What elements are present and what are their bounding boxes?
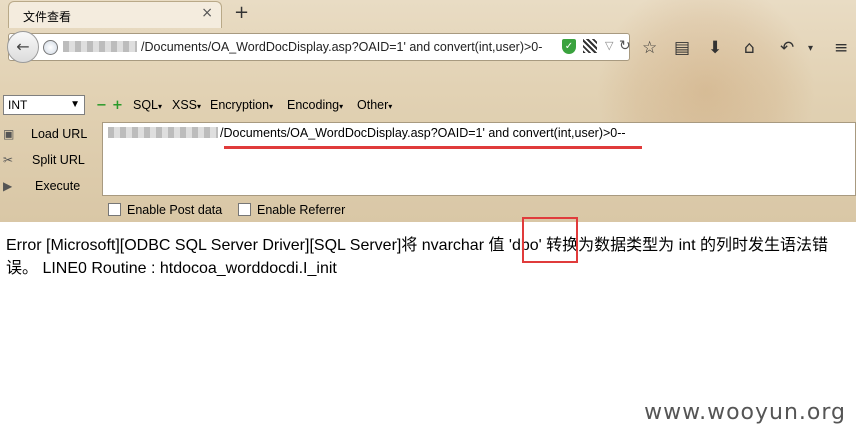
home-icon[interactable]: ⌂ <box>744 38 755 58</box>
close-icon[interactable]: × <box>201 5 213 21</box>
page-content: Error [Microsoft][ODBC SQL Server Driver… <box>6 234 854 280</box>
enable-post-checkbox[interactable]: Enable Post data <box>108 203 222 217</box>
type-select[interactable]: INT ▼ <box>3 95 85 115</box>
plus-icon[interactable]: + <box>112 98 123 113</box>
menu-icon[interactable]: ≡ <box>834 38 848 58</box>
menu-other[interactable]: Other▾ <box>357 98 392 112</box>
menu-xss[interactable]: XSS▾ <box>172 98 201 112</box>
new-tab-icon[interactable]: + <box>234 2 249 23</box>
reload-icon[interactable]: ↻ <box>619 38 631 54</box>
redacted-host <box>63 41 137 52</box>
menu-encoding[interactable]: Encoding▾ <box>287 98 343 112</box>
error-line-1: Error [Microsoft][ODBC SQL Server Driver… <box>6 237 828 254</box>
highlight-box <box>522 217 578 263</box>
enable-referrer-checkbox[interactable]: Enable Referrer <box>238 203 345 217</box>
browser-chrome: 文件查看 × + ← /Documents/OA_WordDocDisplay.… <box>0 0 856 222</box>
back-arrow-icon[interactable]: ← <box>7 31 39 63</box>
chevron-down-icon[interactable]: ▾ <box>808 43 813 54</box>
browser-tab[interactable]: 文件查看 × <box>8 1 222 28</box>
menu-encryption[interactable]: Encryption▾ <box>210 98 273 112</box>
redacted-host <box>108 127 218 138</box>
undo-icon[interactable]: ↶ <box>780 38 794 58</box>
menu-sql[interactable]: SQL▾ <box>133 98 162 112</box>
globe-icon <box>43 40 58 55</box>
watermark: www.wooyun.org <box>644 400 846 425</box>
shield-icon[interactable]: ✓ <box>562 39 576 54</box>
minus-icon[interactable]: − <box>96 98 107 113</box>
scissors-icon: ✂ <box>3 153 14 167</box>
qr-icon[interactable] <box>583 39 597 53</box>
download-icon[interactable]: ⬇ <box>708 38 722 58</box>
play-icon: ▶ <box>3 179 13 193</box>
url-bar[interactable]: ← /Documents/OA_WordDocDisplay.asp?OAID=… <box>7 31 631 63</box>
type-select-value: INT <box>8 98 28 112</box>
hackbar-url-text: /Documents/OA_WordDocDisplay.asp?OAID=1'… <box>220 126 626 140</box>
highlight-underline <box>224 146 642 149</box>
star-icon[interactable]: ☆ <box>642 38 657 58</box>
url-text: /Documents/OA_WordDocDisplay.asp?OAID=1'… <box>141 40 543 54</box>
error-line-2: 误。 LINE0 Routine : htdocoa_worddocdi.I_i… <box>6 260 337 277</box>
tab-title: 文件查看 <box>23 10 72 24</box>
checkbox-box[interactable] <box>238 203 251 216</box>
chevron-down-icon[interactable]: ▽ <box>605 39 613 52</box>
load-url-icon: ▣ <box>3 127 15 141</box>
bookmark-list-icon[interactable]: ▤ <box>674 38 690 58</box>
chevron-down-icon: ▼ <box>70 99 80 110</box>
checkbox-box[interactable] <box>108 203 121 216</box>
